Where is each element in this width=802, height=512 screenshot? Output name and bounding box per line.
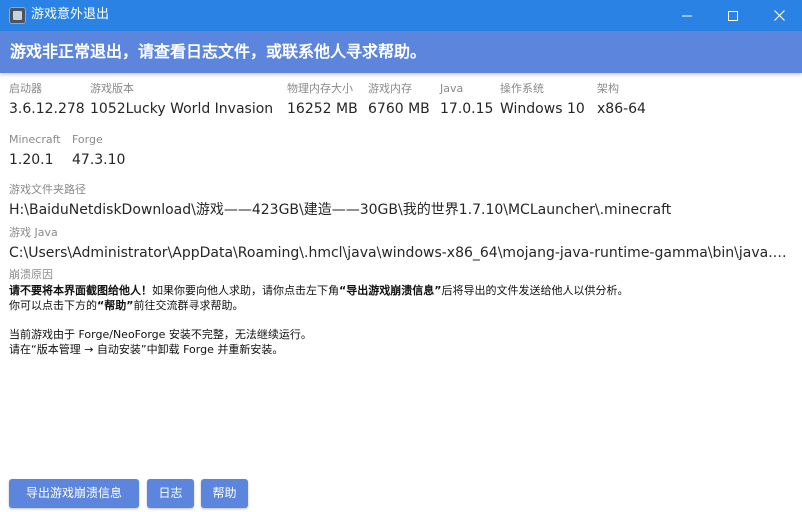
minimize-button[interactable]	[664, 0, 710, 31]
game-memory-field: 游戏内存 6760 MB	[368, 82, 430, 119]
help-hint-bold: “帮助”	[97, 299, 134, 312]
crash-window: 游戏意外退出 游戏非正常退出，请查看日志文件，或联系他人寻求帮助。 启动器 3.…	[0, 0, 802, 512]
game-version-value: 1052Lucky World Invasion	[90, 101, 274, 117]
crash-reason-line-2: 你可以点击下方的“帮助”前往交流群寻求帮助。	[9, 298, 793, 313]
launcher-version-field: 启动器 3.6.12.278	[9, 82, 85, 119]
window-title: 游戏意外退出	[31, 7, 110, 22]
os-value: Windows 10	[500, 101, 585, 117]
maximize-icon	[728, 10, 738, 21]
game-memory-label: 游戏内存	[368, 82, 412, 95]
help-instruction-text: 如果你要向他人求助，请你点击左下角	[152, 284, 339, 297]
banner-message: 游戏非正常退出，请查看日志文件，或联系他人寻求帮助。	[10, 42, 427, 61]
crash-reason-label: 崩溃原因	[9, 268, 53, 281]
arch-label: 架构	[597, 82, 619, 95]
crash-banner: 游戏非正常退出，请查看日志文件，或联系他人寻求帮助。	[0, 31, 802, 73]
export-crash-info-button[interactable]: 导出游戏崩溃信息	[9, 479, 139, 508]
physical-memory-value: 16252 MB	[287, 101, 358, 117]
game-memory-value: 6760 MB	[368, 101, 430, 117]
crash-reason-line-4: 请在“版本管理 → 自动安装”中卸载 Forge 并重新安装。	[9, 343, 284, 356]
java-version-label: Java	[440, 82, 464, 95]
os-field: 操作系统 Windows 10	[500, 82, 585, 119]
arch-value: x86-64	[597, 101, 646, 117]
forge-version-field: Forge 47.3.10	[72, 133, 125, 170]
minimize-icon	[682, 15, 692, 16]
crash-reason-section: 崩溃原因 请不要将本界面截图给他人！如果你要向他人求助，请你点击左下角“导出游戏…	[9, 268, 793, 357]
game-java-value: C:\Users\Administrator\AppData\Roaming\.…	[9, 245, 793, 261]
java-version-field: Java 17.0.15	[440, 82, 493, 119]
help-hint-tail: 前往交流群寻求帮助。	[133, 299, 244, 312]
physical-memory-field: 物理内存大小 16252 MB	[287, 82, 358, 119]
game-dir-field: 游戏文件夹路径 H:\BaiduNetdiskDownload\游戏——423G…	[9, 183, 793, 220]
game-version-label: 游戏版本	[90, 82, 134, 95]
help-button[interactable]: 帮助	[201, 479, 248, 508]
crash-reason-text: 请不要将本界面截图给他人！如果你要向他人求助，请你点击左下角“导出游戏崩溃信息”…	[9, 283, 793, 357]
launcher-version-label: 启动器	[9, 82, 42, 95]
os-label: 操作系统	[500, 82, 544, 95]
game-java-field: 游戏 Java C:\Users\Administrator\AppData\R…	[9, 226, 793, 263]
game-dir-value: H:\BaiduNetdiskDownload\游戏——423GB\建造——30…	[9, 202, 672, 218]
game-dir-label: 游戏文件夹路径	[9, 183, 86, 196]
warning-text: 请不要将本界面截图给他人！	[9, 284, 152, 297]
help-hint-head: 你可以点击下方的	[9, 299, 97, 312]
export-hint-text: “导出游戏崩溃信息”	[339, 284, 442, 297]
close-button[interactable]	[756, 0, 802, 31]
arch-field: 架构 x86-64	[597, 82, 646, 119]
launcher-version-value: 3.6.12.278	[9, 101, 85, 117]
physical-memory-label: 物理内存大小	[287, 82, 353, 95]
maximize-button[interactable]	[710, 0, 756, 31]
game-version-field: 游戏版本 1052Lucky World Invasion	[90, 82, 273, 119]
crash-reason-line-1: 请不要将本界面截图给他人！如果你要向他人求助，请你点击左下角“导出游戏崩溃信息”…	[9, 283, 793, 298]
minecraft-version-field: Minecraft 1.20.1	[9, 133, 61, 170]
log-button[interactable]: 日志	[147, 479, 194, 508]
export-instruction-text: 后将导出的文件发送给他人以供分析。	[441, 284, 629, 297]
title-bar[interactable]: 游戏意外退出	[0, 0, 802, 31]
game-java-label: 游戏 Java	[9, 226, 58, 239]
crash-reason-line-3: 当前游戏由于 Forge/NeoForge 安装不完整，无法继续运行。	[9, 328, 312, 341]
launcher-app-icon	[9, 7, 26, 24]
forge-version-label: Forge	[72, 133, 103, 146]
minecraft-version-value: 1.20.1	[9, 152, 54, 168]
java-version-value: 17.0.15	[440, 101, 494, 117]
minecraft-version-label: Minecraft	[9, 133, 61, 146]
forge-version-value: 47.3.10	[72, 152, 126, 168]
close-icon	[773, 10, 785, 21]
